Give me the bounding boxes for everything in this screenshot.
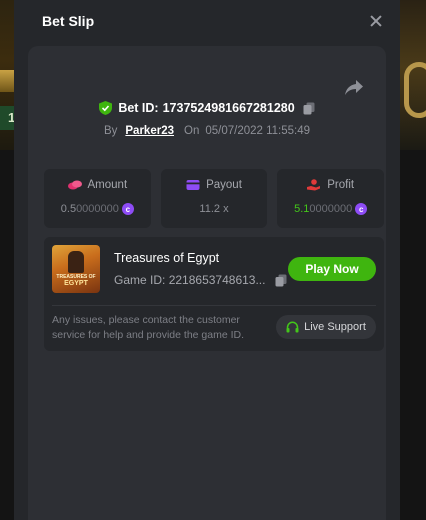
- coin-icon: c: [121, 203, 134, 215]
- stat-profit-label: Profit: [327, 179, 355, 191]
- support-notice: Any issues, please contact the customer …: [52, 314, 245, 341]
- amount-value-trailing: 0000000: [76, 203, 119, 215]
- bet-meta-row: By Parker23 On 05/07/2022 11:55:49: [28, 125, 386, 137]
- user-link[interactable]: Parker23: [125, 125, 174, 137]
- by-label: By: [103, 125, 118, 137]
- game-card: TREASURES OF EGYPT Treasures of Egypt Ga…: [44, 237, 384, 351]
- thumbnail-text-bottom: EGYPT: [64, 280, 88, 287]
- stat-payout: Payout 11.2 x: [160, 169, 268, 228]
- copy-icon[interactable]: [303, 102, 315, 115]
- profit-value: 5.1: [294, 203, 310, 215]
- live-support-label: Live Support: [304, 321, 366, 333]
- live-support-button[interactable]: Live Support: [276, 315, 376, 339]
- game-id-row: Game ID: 2218653748613...: [114, 273, 287, 287]
- stat-profit: Profit 5.10000000 c: [277, 169, 385, 228]
- bet-slip-modal: Bet Slip Bet ID: 1737524981667281280 By …: [14, 0, 400, 520]
- bet-stats: Amount 0.50000000 c Payout 11.2 x Profit…: [44, 169, 385, 228]
- backdrop-right-art: [400, 0, 426, 150]
- stat-amount: Amount 0.50000000 c: [44, 169, 151, 228]
- coins-icon: [67, 180, 82, 190]
- backdrop-gold-ring: [404, 62, 426, 118]
- game-id-label: Game ID:: [114, 273, 166, 287]
- hand-coin-icon: [307, 179, 321, 191]
- wallet-icon: [186, 180, 200, 190]
- modal-header: Bet Slip: [14, 0, 400, 42]
- share-icon[interactable]: [344, 79, 364, 97]
- bet-id-label: Bet ID:: [118, 101, 159, 115]
- bet-id-value: 1737524981667281280: [162, 101, 295, 115]
- on-label: On: [184, 125, 200, 137]
- coin-icon: c: [355, 203, 368, 215]
- bet-id-row: Bet ID: 1737524981667281280: [28, 101, 386, 115]
- bet-slip-body: Bet ID: 1737524981667281280 By Parker23 …: [28, 46, 386, 520]
- game-id-value: 2218653748613...: [168, 273, 266, 287]
- copy-icon[interactable]: [275, 274, 287, 287]
- close-icon[interactable]: [368, 13, 384, 29]
- game-thumbnail[interactable]: TREASURES OF EGYPT: [52, 245, 100, 293]
- modal-title: Bet Slip: [42, 13, 95, 29]
- bet-datetime: 05/07/2022 11:55:49: [205, 125, 311, 137]
- payout-value: 11.2 x: [199, 203, 229, 215]
- shield-check-icon: [99, 101, 113, 115]
- thumbnail-figure: [68, 251, 84, 273]
- headset-icon: [286, 321, 299, 332]
- stat-payout-label: Payout: [206, 179, 242, 191]
- card-divider: [52, 305, 376, 306]
- play-now-button[interactable]: Play Now: [288, 257, 376, 281]
- stat-amount-label: Amount: [87, 179, 128, 191]
- profit-value-trailing: 0000000: [309, 203, 353, 215]
- game-title: Treasures of Egypt: [114, 251, 220, 265]
- amount-value: 0.5: [60, 203, 77, 215]
